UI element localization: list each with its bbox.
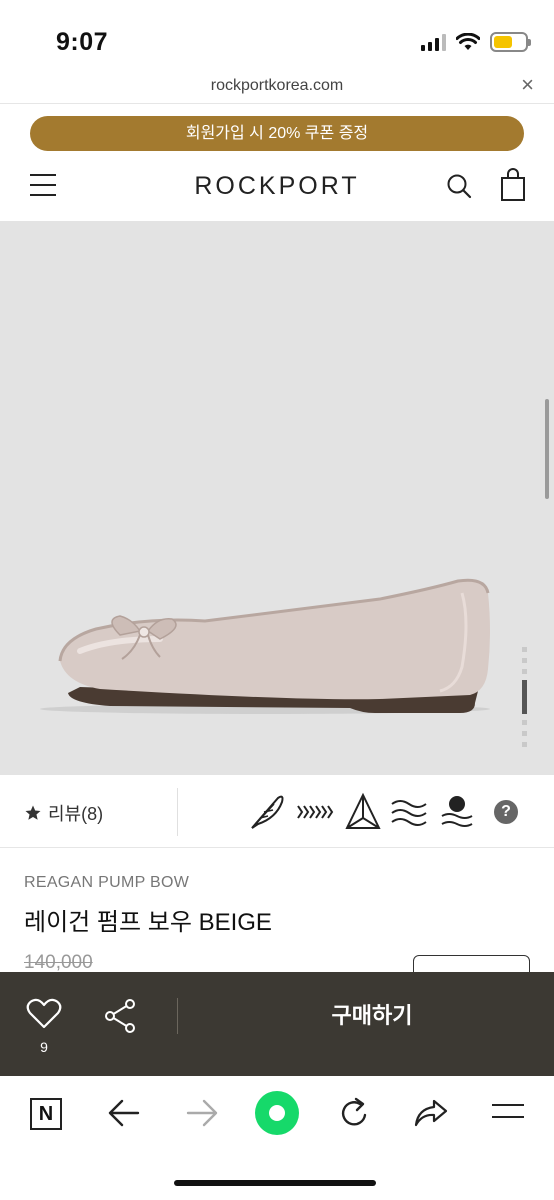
- page-scrollbar[interactable]: [545, 399, 549, 499]
- url-text[interactable]: rockportkorea.com: [0, 77, 554, 95]
- product-english-name: REAGAN PUMP BOW: [24, 874, 190, 891]
- status-icons: [421, 32, 531, 52]
- heart-icon: [26, 998, 62, 1029]
- pager-dot[interactable]: [522, 669, 527, 674]
- product-name: 레이건 펌프 보우 BEIGE: [24, 909, 272, 936]
- shopping-bag-icon[interactable]: [500, 168, 526, 202]
- pyramid-icon[interactable]: [344, 792, 382, 832]
- home-indicator: [174, 1180, 376, 1186]
- pager-dot[interactable]: [522, 731, 527, 736]
- forward-arrow-icon[interactable]: [186, 1098, 218, 1128]
- shoe-image: [40, 578, 490, 714]
- pager-dot[interactable]: [522, 680, 527, 714]
- original-price: 140,000: [24, 952, 93, 973]
- review-link[interactable]: 리뷰(8): [24, 800, 103, 826]
- purchase-bar: 9 구매하기: [0, 972, 554, 1076]
- like-count: 9: [40, 1039, 48, 1055]
- browser-menu-icon[interactable]: [492, 1104, 524, 1118]
- battery-level: [494, 36, 512, 48]
- cellular-signal-icon: [421, 33, 446, 51]
- signup-promo-banner[interactable]: 회원가입 시 20% 쿠폰 증정: [30, 116, 524, 151]
- back-arrow-icon[interactable]: [108, 1098, 140, 1128]
- help-icon[interactable]: ?: [494, 800, 518, 824]
- share-arrow-icon[interactable]: [414, 1098, 448, 1128]
- close-icon[interactable]: ×: [521, 74, 534, 96]
- url-bar[interactable]: rockportkorea.com ×: [0, 72, 554, 104]
- green-dot-button[interactable]: [255, 1091, 299, 1135]
- pager-dot[interactable]: [522, 647, 527, 652]
- pager-dot[interactable]: [522, 742, 527, 747]
- features-row: 리뷰(8) ?: [0, 776, 554, 848]
- divider: [177, 788, 178, 836]
- pager-dot[interactable]: [522, 658, 527, 663]
- refresh-icon[interactable]: [338, 1096, 370, 1130]
- like-button[interactable]: 9: [26, 998, 62, 1055]
- battery-icon: [490, 32, 531, 52]
- review-label: 리뷰(8): [48, 804, 104, 824]
- status-time: 9:07: [56, 28, 109, 56]
- search-icon[interactable]: [446, 173, 472, 199]
- star-icon: [25, 805, 41, 820]
- feather-icon[interactable]: [248, 792, 286, 832]
- divider: [177, 998, 178, 1034]
- share-icon[interactable]: [104, 998, 136, 1034]
- wifi-icon: [456, 33, 480, 50]
- status-bar: 9:07: [0, 0, 554, 72]
- water-drop-icon[interactable]: [440, 794, 474, 830]
- pager-dot[interactable]: [522, 720, 527, 725]
- waves-icon[interactable]: [390, 798, 428, 828]
- product-image[interactable]: [0, 221, 554, 775]
- arrows-icon[interactable]: [296, 800, 336, 824]
- gallery-pager[interactable]: [522, 647, 527, 747]
- buy-button[interactable]: 구매하기: [190, 996, 554, 1036]
- site-header: ROCKPORT: [0, 160, 554, 220]
- naver-home-icon[interactable]: N: [30, 1098, 62, 1130]
